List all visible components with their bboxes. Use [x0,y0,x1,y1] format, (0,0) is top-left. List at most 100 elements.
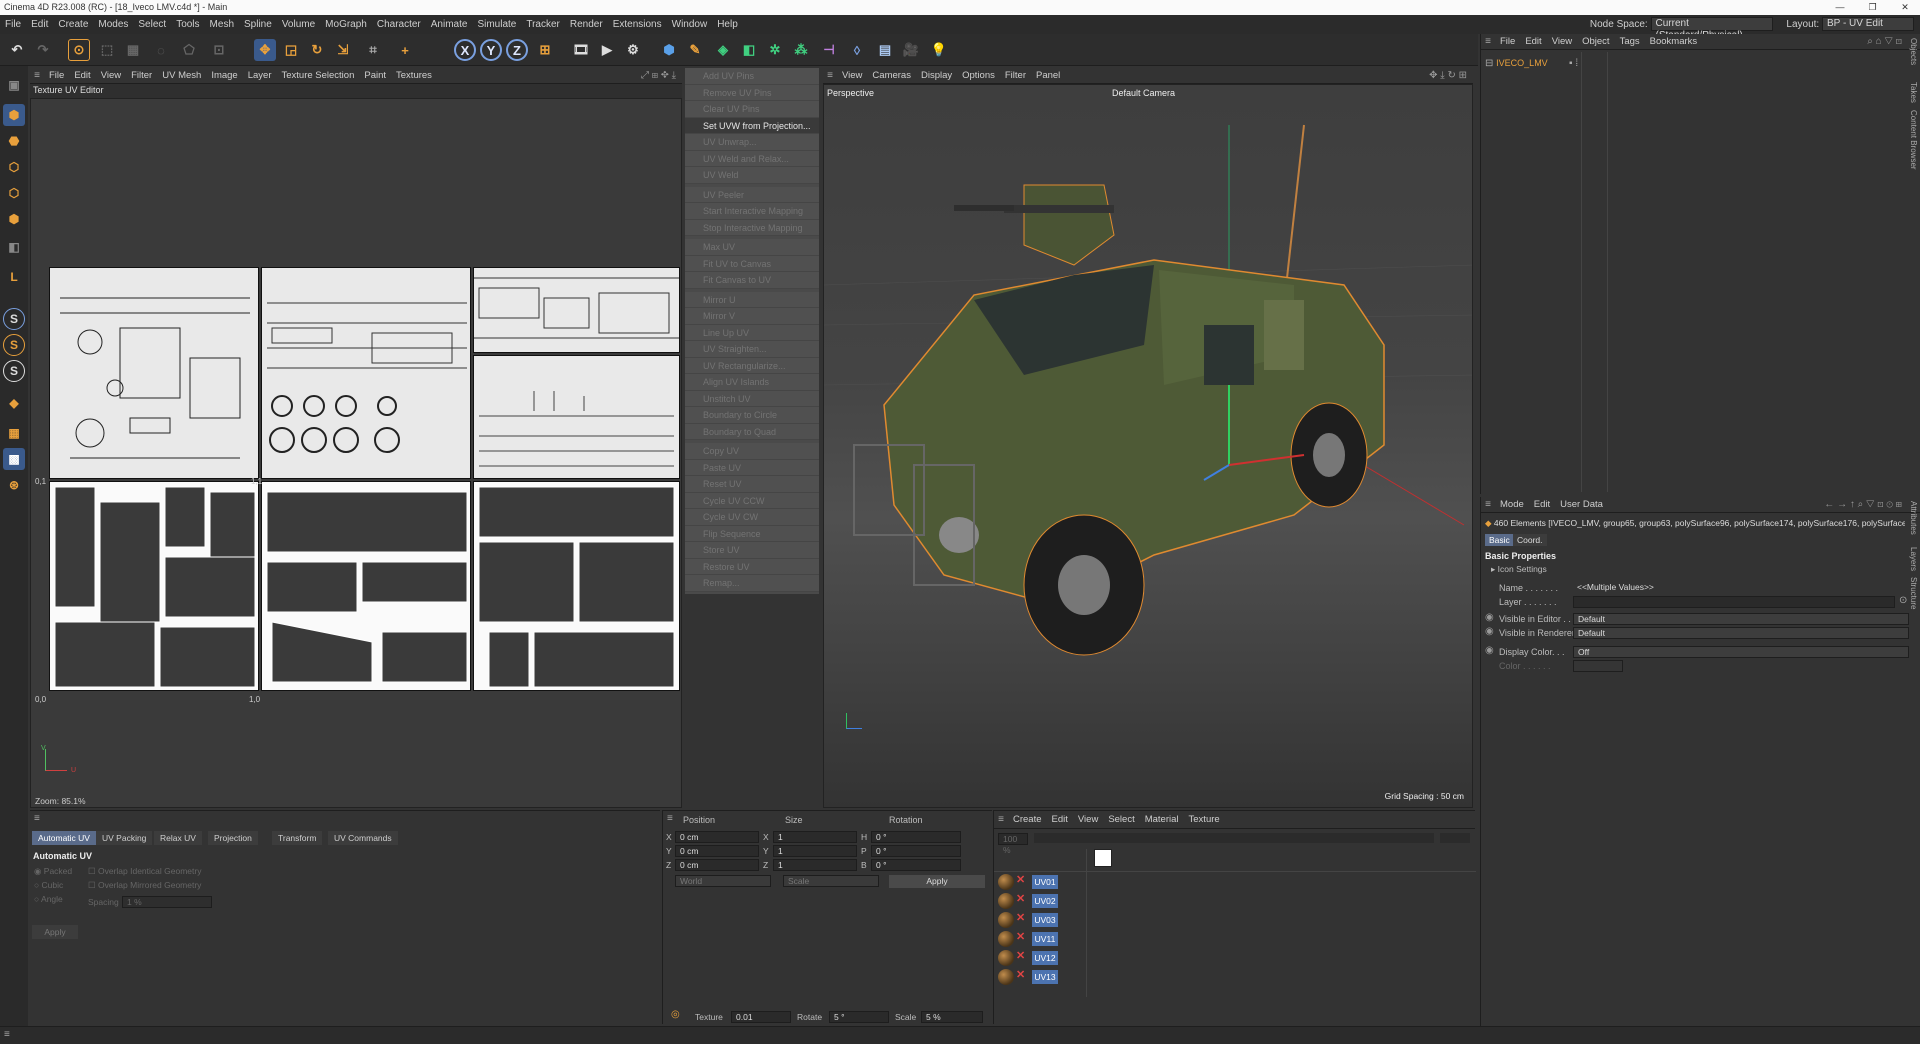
cmd-restore-uv[interactable]: Restore UV [685,558,819,575]
uv-menu-edit[interactable]: Edit [69,68,95,84]
menu-tracker[interactable]: Tracker [521,15,565,34]
color-swatch[interactable] [1573,660,1623,672]
uv-menu-image[interactable]: Image [206,68,242,84]
vehicle-model[interactable] [824,85,1473,808]
edges-mode-icon[interactable]: ⬡ [3,182,25,204]
icon-settings-label[interactable]: Icon Settings [1498,564,1547,574]
pos-y-field[interactable]: 0 cm [675,845,759,857]
radio-angle[interactable]: ○ Angle [34,894,63,904]
obj-menu-file[interactable]: File [1495,34,1520,50]
menu-extensions[interactable]: Extensions [608,15,667,34]
uv-island-tile[interactable] [261,481,471,691]
viewport-panel-menu-icon[interactable]: ≡ [823,68,837,84]
extrude-icon[interactable]: ◧ [738,39,760,61]
mat-menu-texture[interactable]: Texture [1184,811,1225,829]
uv-canvas[interactable]: 0,1 1,1 0,0 1,0 V U Zoom: 85.1% [30,98,682,808]
visible-editor-select[interactable]: Default [1573,613,1909,625]
live-select-icon[interactable]: ⬚ [96,39,118,61]
node-space-select[interactable]: Current (Standard/Physical) [1650,17,1773,41]
render-view-icon[interactable]: ▶ [596,39,618,61]
mat-panel-menu-icon[interactable]: ≡ [994,811,1008,829]
menu-select[interactable]: Select [133,15,171,34]
uv-menu-layer[interactable]: Layer [243,68,277,84]
uv-menu-paint[interactable]: Paint [359,68,391,84]
menu-simulate[interactable]: Simulate [472,15,521,34]
attr-tab-basic[interactable]: Basic [1485,534,1514,546]
spacing-field[interactable]: 1 % [122,896,212,908]
display-color-select[interactable]: Off [1573,646,1909,658]
tab-projection[interactable]: Projection [208,831,258,845]
menu-spline[interactable]: Spline [239,15,277,34]
cmd-unstitch-uv[interactable]: Unstitch UV [685,390,819,407]
field-icon[interactable]: ◊ [846,39,868,61]
material-ball-icon[interactable] [998,950,1014,966]
poly-select-icon[interactable]: ⬠ [178,39,200,61]
cloner-icon[interactable]: ✲ [764,39,786,61]
subdivision-icon[interactable]: ◈ [712,39,734,61]
cmd-uv-rectangularize[interactable]: UV Rectangularize... [685,357,819,374]
view-nav-icons[interactable]: ⤢ ⊞ ✥ ⤓ [641,68,676,84]
rotate-tool-icon[interactable]: ↻ [306,39,328,61]
layer-field[interactable] [1573,596,1895,608]
menu-tools[interactable]: Tools [171,15,204,34]
attr-nav-icons[interactable]: ← → ↑ ⌕ ▽ ⊡ ⊙ ⊞ [1824,497,1902,513]
menu-help[interactable]: Help [712,15,743,34]
visible-renderer-anim-icon[interactable]: ◉ [1485,626,1494,637]
polygons-mode-icon[interactable]: ⬢ [3,208,25,230]
material-uv13[interactable]: UV13 [1032,970,1058,984]
tab-uv-packing[interactable]: UV Packing [96,831,153,845]
uv-menu-uvmesh[interactable]: UV Mesh [157,68,206,84]
tab-relax-uv[interactable]: Relax UV [154,831,202,845]
tweak-tool-icon[interactable]: ⇲ [332,39,354,61]
y-axis-lock-icon[interactable]: Y [480,39,502,61]
render-region-icon[interactable]: 🎞 [570,39,592,61]
cmd-add-uv-pins[interactable]: Add UV Pins [685,68,819,85]
visible-editor-anim-icon[interactable]: ◉ [1485,612,1494,623]
menu-window[interactable]: Window [667,15,713,34]
obj-menu-bookmarks[interactable]: Bookmarks [1645,34,1703,50]
menu-mesh[interactable]: Mesh [205,15,239,34]
display-color-anim-icon[interactable]: ◉ [1485,645,1494,656]
cmd-align-uv-islands[interactable]: Align UV Islands [685,374,819,391]
material-ball-icon[interactable] [998,912,1014,928]
solo-icon[interactable]: S [3,308,25,330]
uv-menu-texture-selection[interactable]: Texture Selection [276,68,359,84]
cmd-flip-sequence[interactable]: Flip Sequence [685,525,819,542]
solo-hierarchy-icon[interactable]: S [3,334,25,356]
cmd-mirror-v[interactable]: Mirror V [685,308,819,325]
cmd-uv-weld[interactable]: UV Weld [685,167,819,184]
snap-icon[interactable]: ⌗ [362,39,384,61]
cmd-cycle-uv-cw[interactable]: Cycle UV CW [685,509,819,526]
attrs-panel-menu-icon[interactable]: ≡ [1481,497,1495,513]
cmd-mirror-u[interactable]: Mirror U [685,291,819,308]
material-uv02[interactable]: UV02 [1032,894,1058,908]
solo-off-icon[interactable]: S [3,360,25,382]
uv-island-tile[interactable] [473,355,680,479]
visible-renderer-select[interactable]: Default [1573,627,1909,639]
make-editable-icon[interactable]: ▣ [3,74,25,96]
snap-settings-icon[interactable]: ⊛ [3,474,25,496]
uv-island-tile[interactable] [473,481,680,691]
pen-icon[interactable]: ✎ [684,39,706,61]
cmd-stop-interactive-mapping[interactable]: Stop Interactive Mapping [685,219,819,236]
cmd-fit-uv-to-canvas[interactable]: Fit UV to Canvas [685,255,819,272]
side-tab-structure[interactable]: Structure [1909,577,1918,609]
floor-icon[interactable]: ▤ [874,39,896,61]
coordinate-system-icon[interactable]: ⊞ [534,39,556,61]
status-menu-icon[interactable]: ≡ [4,1029,10,1040]
cmd-uv-weld-and-relax[interactable]: UV Weld and Relax... [685,150,819,167]
cmd-line-up-uv[interactable]: Line Up UV [685,324,819,341]
coords-panel-menu-icon[interactable]: ≡ [667,813,673,824]
size-z-field[interactable]: 1 [773,859,857,871]
object-visibility-icon[interactable]: ▪ ⁞ [1569,58,1578,69]
material-uv03[interactable]: UV03 [1032,913,1058,927]
grid-icon[interactable]: ▦ [3,422,25,444]
redo-icon[interactable]: ↷ [32,39,54,61]
pos-x-field[interactable]: 0 cm [675,831,759,843]
material-ball-icon[interactable] [998,969,1014,985]
material-ball-icon[interactable] [998,931,1014,947]
menu-character[interactable]: Character [372,15,426,34]
mat-timeline-slider[interactable] [1034,833,1434,843]
menu-create[interactable]: Create [53,15,93,34]
tab-transform[interactable]: Transform [272,831,323,845]
